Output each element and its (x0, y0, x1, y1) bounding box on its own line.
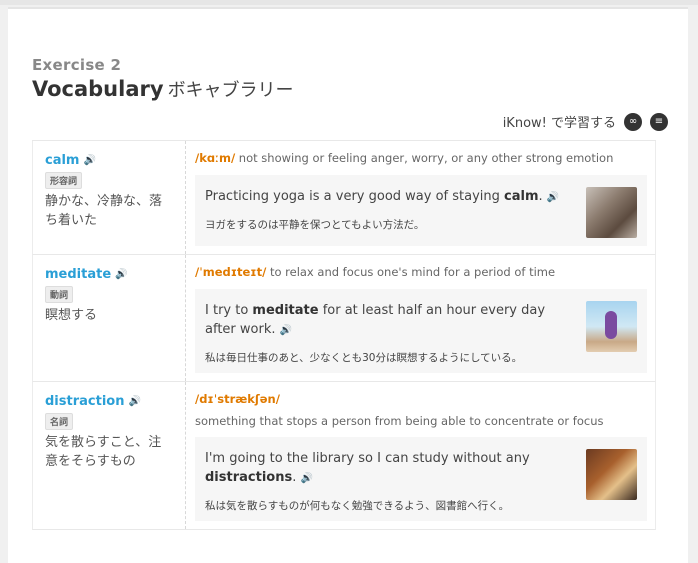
speaker-icon[interactable]: 🔊 (128, 396, 140, 407)
word-cell: distraction 🔊 名詞 気を散らすこと、注意をそらすもの (33, 382, 186, 529)
definition-text: to relax and focus one's mind for a peri… (269, 265, 556, 279)
example-translation: ヨガをするのは平静を保つとてもよい方法だ。 (205, 219, 425, 231)
definition-line: /kɑːm/ not showing or feeling anger, wor… (195, 151, 647, 166)
definition-line: /dɪˈstrækʃən/ (195, 392, 647, 407)
sentence-keyword: meditate (252, 303, 319, 318)
example-sentence-box: I'm going to the library so I can study … (195, 437, 647, 521)
iknow-study-link[interactable]: iKnow! で学習する ∞ ≡ (503, 112, 668, 131)
example-image (586, 449, 637, 500)
sentence-keyword: calm (504, 189, 539, 204)
sentence-part: . (292, 470, 297, 485)
sentence-part: I try to (205, 303, 253, 318)
japanese-definition: 気を散らすこと、注意をそらすもの (45, 435, 162, 469)
speaker-icon[interactable]: 🔊 (300, 473, 312, 484)
example-sentence-box: Practicing yoga is a very good way of st… (195, 175, 647, 246)
link-icon[interactable]: ∞ (624, 112, 642, 131)
definition-text: not showing or feeling anger, worry, or … (238, 151, 614, 165)
exercise-label: Exercise 2 (32, 56, 122, 74)
part-of-speech-badge: 形容詞 (45, 172, 83, 189)
example-image (586, 301, 637, 352)
definition-text: something that stops a person from being… (195, 414, 604, 428)
speaker-icon[interactable]: 🔊 (280, 325, 292, 336)
part-of-speech-badge: 動詞 (45, 286, 74, 303)
japanese-definition: 静かな、冷静な、落ち着いた (45, 194, 163, 228)
word-text[interactable]: distraction (45, 394, 124, 409)
example-sentence: Practicing yoga is a very good way of st… (205, 187, 559, 207)
example-sentence: I'm going to the library so I can study … (205, 449, 576, 488)
definition-line: /ˈmedɪteɪt/ to relax and focus one's min… (195, 265, 647, 280)
pronunciation: /kɑːm/ (195, 151, 236, 165)
word-cell: calm 🔊 形容詞 静かな、冷静な、落ち着いた (33, 141, 186, 254)
example-image (586, 187, 637, 238)
speaker-icon[interactable]: 🔊 (547, 192, 559, 203)
iknow-label: iKnow! で学習する (502, 116, 616, 131)
word-link[interactable]: calm 🔊 (45, 153, 173, 168)
word-link[interactable]: meditate 🔊 (45, 267, 173, 282)
example-translation: 私は気を散らすものが何もなく勉強できるよう、図書館へ行く。 (205, 500, 510, 512)
word-text[interactable]: meditate (45, 267, 111, 282)
sentence-keyword: distractions (205, 470, 293, 485)
word-text[interactable]: calm (45, 153, 79, 168)
pronunciation: /dɪˈstrækʃən/ (195, 392, 280, 406)
title-en: Vocabulary (32, 77, 164, 101)
title-jp: ボキャブラリー (167, 80, 294, 101)
speaker-icon[interactable]: 🔊 (115, 269, 127, 280)
japanese-definition: 瞑想する (45, 308, 98, 323)
example-translation: 私は毎日仕事のあと、少なくとも30分は瞑想するようにしている。 (205, 352, 523, 364)
top-bar (0, 0, 698, 5)
word-link[interactable]: distraction 🔊 (45, 394, 173, 409)
pronunciation: /ˈmedɪteɪt/ (195, 265, 267, 279)
sentence-part: . (538, 189, 543, 204)
definition-cell: /ˈmedɪteɪt/ to relax and focus one's min… (186, 255, 655, 381)
definition-cell: /kɑːm/ not showing or feeling anger, wor… (186, 141, 655, 254)
part-of-speech-badge: 名詞 (45, 413, 74, 430)
sentence-part: I'm going to the library so I can study … (205, 451, 530, 466)
vocab-row: distraction 🔊 名詞 気を散らすこと、注意をそらすもの /dɪˈstr… (32, 382, 656, 530)
example-sentence: I try to meditate for at least half an h… (205, 301, 576, 340)
word-cell: meditate 🔊 動詞 瞑想する (33, 255, 186, 381)
page-title: Vocabulary ボキャブラリー (32, 76, 294, 102)
vocab-row: calm 🔊 形容詞 静かな、冷静な、落ち着いた /kɑːm/ not showi… (32, 141, 656, 255)
vocabulary-table: calm 🔊 形容詞 静かな、冷静な、落ち着いた /kɑːm/ not showi… (32, 140, 656, 530)
add-list-icon[interactable]: ≡ (650, 112, 668, 131)
example-sentence-box: I try to meditate for at least half an h… (195, 289, 647, 373)
sentence-part: Practicing yoga is a very good way of st… (205, 189, 505, 204)
vocab-row: meditate 🔊 動詞 瞑想する /ˈmedɪteɪt/ to relax a… (32, 255, 656, 382)
definition-cell: /dɪˈstrækʃən/ something that stops a per… (186, 382, 655, 529)
speaker-icon[interactable]: 🔊 (83, 155, 95, 166)
